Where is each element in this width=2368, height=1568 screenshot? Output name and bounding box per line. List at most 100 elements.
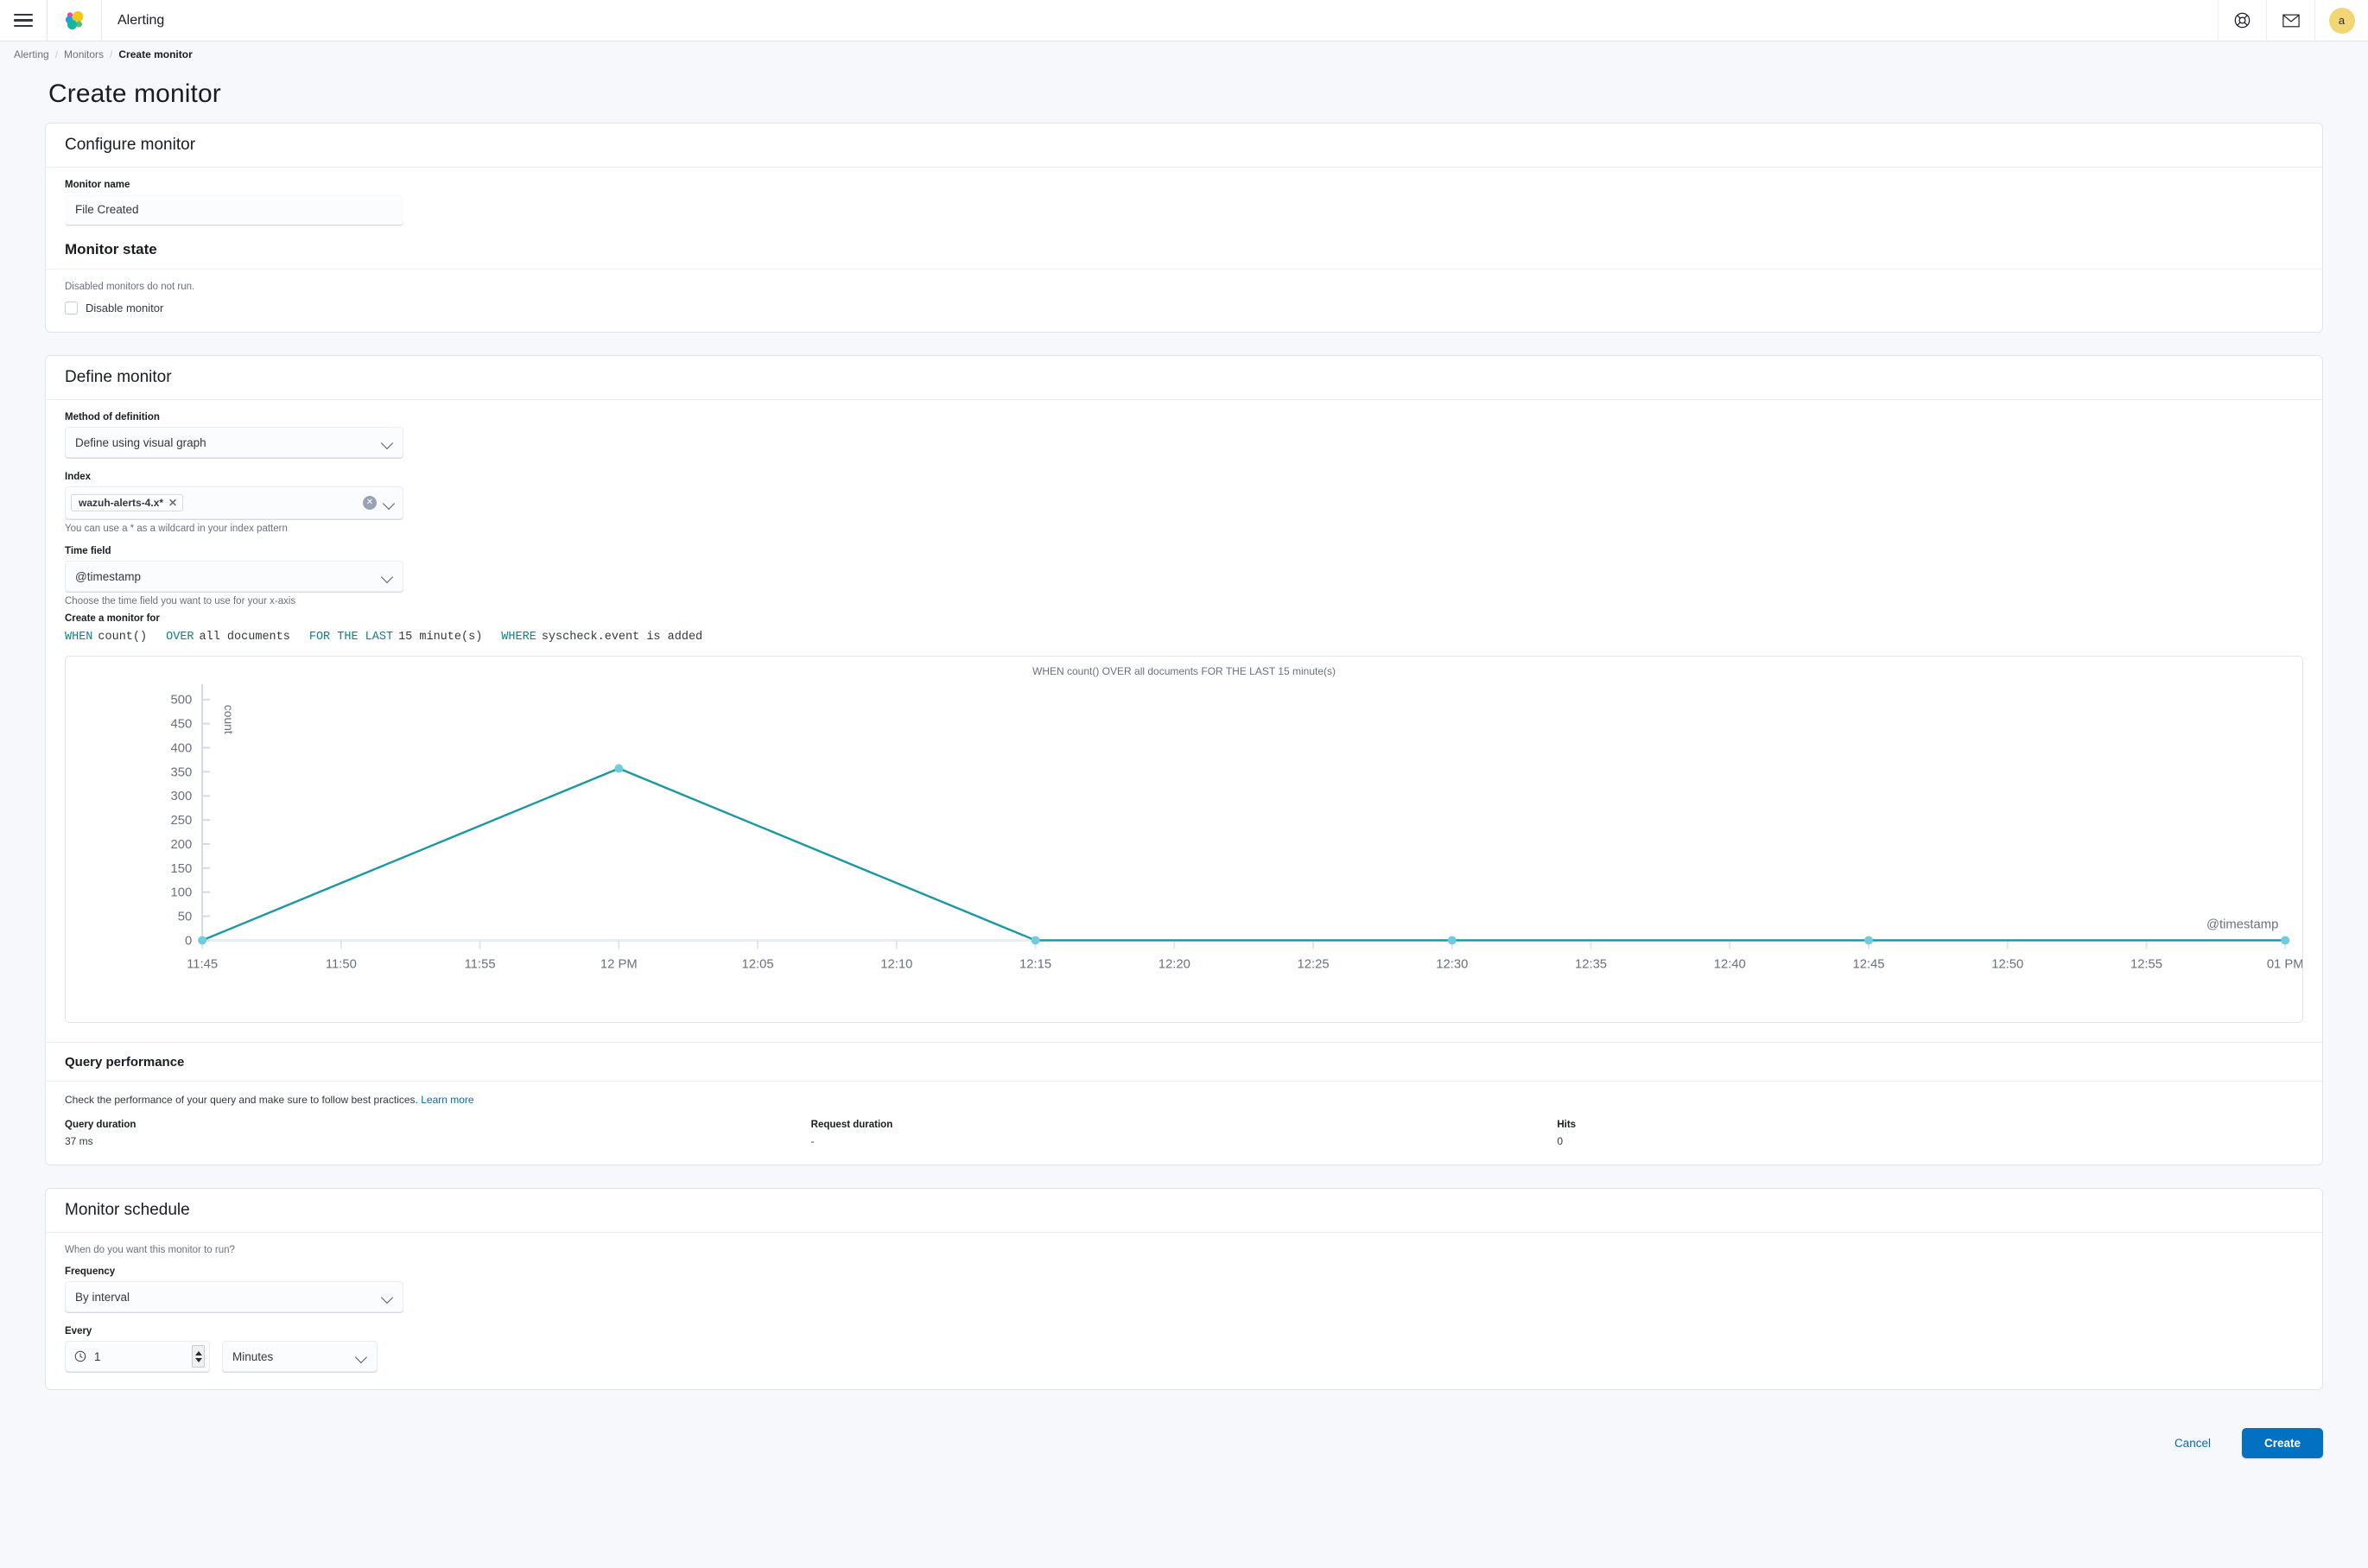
top-navigation-bar: Alerting a [0, 0, 2368, 41]
query-value-time-range[interactable]: 15 minute(s) [398, 631, 482, 644]
breadcrumb-separator: / [110, 48, 113, 60]
stat-value: 0 [1557, 1135, 1564, 1147]
method-of-definition-select[interactable]: Define using visual graph [65, 427, 403, 458]
breadcrumb-item-alerting[interactable]: Alerting [14, 48, 49, 60]
remove-index-icon[interactable]: ✕ [168, 498, 177, 508]
user-avatar-button[interactable]: a [2314, 0, 2368, 41]
monitor-preview-chart: WHEN count() OVER all documents FOR THE … [65, 656, 2303, 1023]
svg-text:500: 500 [171, 694, 193, 708]
svg-text:350: 350 [171, 765, 193, 779]
disable-monitor-label: Disable monitor [86, 302, 164, 314]
interval-number-input[interactable]: 1 [65, 1341, 210, 1372]
svg-text:12:05: 12:05 [742, 957, 774, 971]
svg-text:12:25: 12:25 [1298, 957, 1330, 971]
clock-icon [74, 1350, 86, 1362]
monitor-schedule-panel: Monitor schedule When do you want this m… [45, 1188, 2323, 1390]
time-field-select[interactable]: @timestamp [65, 561, 403, 592]
number-spinner[interactable] [192, 1345, 205, 1368]
index-pill-label: wazuh-alerts-4.x* [79, 497, 164, 509]
chevron-down-icon[interactable] [384, 498, 395, 509]
svg-text:11:55: 11:55 [465, 957, 496, 971]
disable-monitor-checkbox[interactable] [65, 302, 78, 314]
chevron-down-icon [382, 571, 393, 582]
svg-text:@timestamp: @timestamp [2206, 917, 2278, 931]
svg-text:12:45: 12:45 [1852, 957, 1884, 971]
svg-text:100: 100 [171, 886, 193, 900]
svg-text:400: 400 [171, 741, 193, 755]
configure-monitor-panel: Configure monitor Monitor name File Crea… [45, 123, 2323, 333]
chevron-down-icon [382, 437, 393, 448]
svg-text:12:20: 12:20 [1159, 957, 1190, 971]
time-field-label: Time field [65, 546, 111, 556]
breadcrumb-item-monitors[interactable]: Monitors [64, 48, 104, 60]
life-ring-help-icon [2234, 12, 2251, 29]
stat-label: Request duration [810, 1120, 893, 1130]
svg-text:12:40: 12:40 [1714, 957, 1746, 971]
svg-text:01 PM: 01 PM [2267, 957, 2302, 971]
time-field-help-text: Choose the time field you want to use fo… [65, 596, 296, 606]
query-value-where[interactable]: syscheck.event is added [542, 631, 702, 644]
svg-text:300: 300 [171, 790, 193, 803]
breadcrumb-item-create-monitor: Create monitor [118, 48, 193, 60]
interval-unit-select[interactable]: Minutes [222, 1341, 378, 1372]
app-title: Alerting [117, 12, 165, 28]
query-performance-title: Query performance [65, 1055, 185, 1070]
svg-text:12:55: 12:55 [2130, 957, 2162, 971]
disable-monitor-checkbox-row[interactable]: Disable monitor [65, 302, 2303, 314]
svg-text:12:50: 12:50 [1991, 957, 2023, 971]
clear-all-icon[interactable]: ✕ [363, 496, 377, 510]
query-value-over[interactable]: all documents [200, 631, 290, 644]
home-logo-button[interactable] [48, 0, 101, 41]
stat-label: Hits [1557, 1120, 1577, 1130]
query-value-aggregation[interactable]: count() [98, 631, 147, 644]
frequency-label: Frequency [65, 1266, 116, 1277]
help-button[interactable] [2218, 0, 2266, 41]
monitor-name-input[interactable]: File Created [65, 194, 403, 225]
query-expression-builder: WHEN count() OVER all documents FOR THE … [65, 631, 2303, 644]
create-a-monitor-for-label: Create a monitor for [65, 613, 160, 624]
method-of-definition-value: Define using visual graph [75, 435, 206, 449]
svg-text:12:15: 12:15 [1019, 957, 1051, 971]
monitor-name-value: File Created [75, 203, 139, 216]
stat-value: 37 ms [65, 1135, 93, 1147]
notifications-mail-button[interactable] [2266, 0, 2314, 41]
stat-query-duration: Query duration 37 ms [65, 1120, 811, 1147]
avatar: a [2328, 7, 2355, 34]
form-actions-footer: Cancel Create [0, 1412, 2368, 1481]
page-content: Configure monitor Monitor name File Crea… [0, 123, 2368, 1390]
chevron-down-icon [382, 1292, 393, 1303]
menu-button[interactable] [0, 0, 47, 41]
frequency-value: By interval [75, 1290, 130, 1304]
index-combobox[interactable]: wazuh-alerts-4.x* ✕ ✕ [65, 486, 403, 519]
spinner-up-icon[interactable] [194, 1350, 202, 1355]
cancel-button[interactable]: Cancel [2169, 1436, 2216, 1451]
svg-text:0: 0 [185, 934, 192, 948]
chevron-down-icon [356, 1351, 367, 1362]
svg-text:250: 250 [171, 814, 193, 828]
breadcrumb: Alerting / Monitors / Create monitor [0, 41, 2368, 67]
query-keyword-where: WHERE [501, 631, 536, 644]
stat-hits: Hits 0 [1557, 1120, 2303, 1147]
svg-text:450: 450 [171, 718, 193, 732]
index-help-text: You can use a * as a wildcard in your in… [65, 524, 288, 534]
frequency-select[interactable]: By interval [65, 1281, 403, 1312]
spinner-down-icon[interactable] [194, 1357, 202, 1362]
create-button[interactable]: Create [2241, 1428, 2323, 1458]
index-pill[interactable]: wazuh-alerts-4.x* ✕ [71, 494, 184, 511]
svg-text:200: 200 [171, 838, 193, 852]
monitor-schedule-question: When do you want this monitor to run? [65, 1245, 235, 1255]
hamburger-menu-icon [14, 13, 33, 28]
every-label: Every [65, 1326, 92, 1336]
query-keyword-when: WHEN [65, 631, 93, 644]
svg-text:12:30: 12:30 [1436, 957, 1468, 971]
learn-more-link[interactable]: Learn more [421, 1094, 473, 1106]
svg-text:12:35: 12:35 [1575, 957, 1607, 971]
breadcrumb-separator: / [54, 48, 59, 60]
define-monitor-panel: Define monitor Method of definition Defi… [45, 355, 2323, 1165]
svg-text:12:10: 12:10 [880, 957, 912, 971]
query-keyword-for-the-last: FOR THE LAST [308, 631, 394, 644]
mail-envelope-icon [2282, 14, 2300, 27]
stat-label: Query duration [65, 1120, 136, 1130]
interval-unit-value: Minutes [232, 1349, 274, 1363]
query-performance-stats: Query duration 37 ms Request duration - … [65, 1120, 2303, 1147]
